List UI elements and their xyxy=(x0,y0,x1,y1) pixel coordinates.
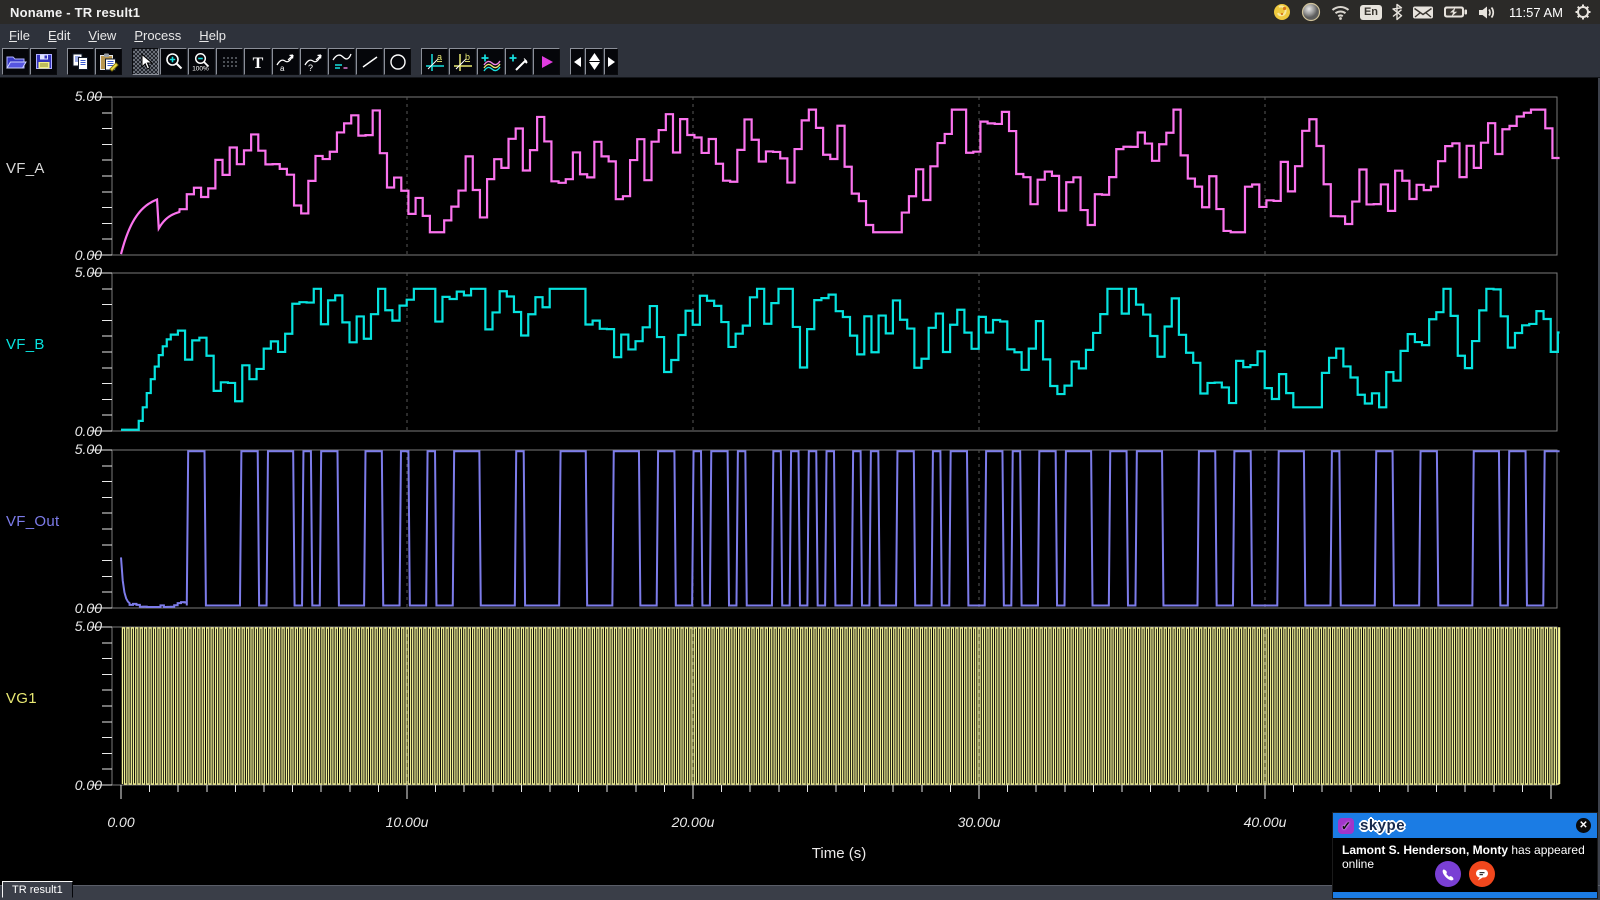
wifi-icon[interactable] xyxy=(1330,0,1351,24)
grid-tool[interactable] xyxy=(216,48,243,75)
svg-text:a: a xyxy=(280,64,285,72)
pointer-tool[interactable] xyxy=(132,48,159,75)
svg-text:a: a xyxy=(437,52,442,62)
svg-text:b: b xyxy=(465,52,470,62)
annotate-curve-query-tool[interactable]: ? xyxy=(300,48,327,75)
menu-process[interactable]: Process xyxy=(125,26,190,45)
open-file-button[interactable] xyxy=(2,48,29,75)
menu-bar: File Edit View Process Help xyxy=(0,24,1600,47)
signal-label-VF_A: VF_A xyxy=(6,160,45,177)
waveform-panel-vf-out xyxy=(84,446,1566,616)
svg-text:100%: 100% xyxy=(192,65,209,72)
signal-label-VF_B: VF_B xyxy=(6,336,45,353)
clock[interactable]: 11:57 AM xyxy=(1509,0,1563,24)
desktop-screen: Noname - TR result1 En xyxy=(0,0,1600,900)
x-tick-label: 10.00u xyxy=(365,814,449,830)
add-waveform-tool[interactable] xyxy=(477,48,504,75)
axis-a-tool[interactable]: a xyxy=(421,48,448,75)
result-tab[interactable]: TR result1 xyxy=(2,881,73,898)
nav-left-button[interactable] xyxy=(570,48,584,75)
axis-b-tool[interactable]: b xyxy=(449,48,476,75)
menu-view[interactable]: View xyxy=(79,26,125,45)
skype-chat-button[interactable] xyxy=(1469,861,1495,887)
skype-notification-popup: ✓ skype ✕ Lamont S. Henderson, Monty has… xyxy=(1332,812,1598,899)
toolbar: 100% T a ? xyxy=(0,46,1600,78)
line-tool[interactable] xyxy=(356,48,383,75)
skype-call-button[interactable] xyxy=(1435,861,1461,887)
ellipse-tool[interactable] xyxy=(384,48,411,75)
x-tick-label: 30.00u xyxy=(937,814,1021,830)
trace-VF_Out xyxy=(121,451,1560,607)
session-gear-icon[interactable] xyxy=(1574,0,1592,24)
bluetooth-icon[interactable] xyxy=(1391,0,1403,24)
top-panel: Noname - TR result1 En xyxy=(0,0,1600,24)
svg-text:T: T xyxy=(252,55,263,71)
y-tick-label: 5.00 xyxy=(30,88,102,104)
annotate-curve-a-tool[interactable]: a xyxy=(272,48,299,75)
save-button[interactable] xyxy=(30,48,57,75)
skype-close-button[interactable]: ✕ xyxy=(1576,818,1591,833)
x-axis xyxy=(84,785,1566,807)
skype-logo: skype xyxy=(1360,817,1405,834)
messenger-tray-icon[interactable] xyxy=(1272,0,1292,24)
x-tick-label: 40.00u xyxy=(1223,814,1307,830)
x-tick-label: 0.00 xyxy=(79,814,163,830)
skype-popup-titlebar: ✓ skype ✕ xyxy=(1333,813,1597,838)
y-tick-label: 5.00 xyxy=(30,441,102,457)
probe-add-tool[interactable] xyxy=(505,48,532,75)
signal-label-VG1: VG1 xyxy=(6,690,37,707)
trace-VG1 xyxy=(122,628,1559,784)
menu-file[interactable]: File xyxy=(0,26,39,45)
window-title: Noname - TR result1 xyxy=(10,5,140,20)
waveform-panel-vf-b xyxy=(84,269,1566,439)
trace-VF_A xyxy=(121,110,1560,254)
signal-label-VF_Out: VF_Out xyxy=(6,513,60,530)
y-tick-label: 5.00 xyxy=(30,618,102,634)
keyboard-layout-indicator[interactable]: En xyxy=(1360,0,1382,24)
skype-contact-name: Lamont S. Henderson, Monty xyxy=(1342,843,1508,857)
run-button[interactable] xyxy=(533,48,560,75)
y-tick-label: 0.00 xyxy=(30,423,102,439)
system-tray: En 11:57 AM xyxy=(1272,0,1600,24)
x-axis-title: Time (s) xyxy=(754,845,924,862)
curve-legend-tool[interactable] xyxy=(328,48,355,75)
nav-spinner[interactable] xyxy=(585,48,603,75)
volume-icon[interactable] xyxy=(1477,0,1498,24)
copy-button[interactable] xyxy=(67,48,94,75)
skype-popup-bottom-strip xyxy=(1333,892,1597,898)
y-tick-label: 0.00 xyxy=(30,600,102,616)
x-tick-label: 20.00u xyxy=(651,814,735,830)
battery-icon[interactable] xyxy=(1443,0,1468,24)
skype-check-icon: ✓ xyxy=(1338,818,1354,834)
mail-icon[interactable] xyxy=(1412,0,1434,24)
waveform-plot-area: Time (s) VF_A5.000.00VF_B5.000.00VF_Out5… xyxy=(0,78,1600,885)
y-tick-label: 5.00 xyxy=(30,264,102,280)
menu-edit[interactable]: Edit xyxy=(39,26,79,45)
waveform-panel-vg1 xyxy=(84,623,1566,793)
zoom-in-tool[interactable] xyxy=(160,48,187,75)
trace-VF_B xyxy=(121,289,1560,430)
y-tick-label: 0.00 xyxy=(30,777,102,793)
y-tick-label: 0.00 xyxy=(30,247,102,263)
svg-text:?: ? xyxy=(308,63,313,72)
waveform-panel-vf-a xyxy=(84,93,1566,263)
skype-action-buttons xyxy=(1333,861,1597,887)
zoom-out-100-tool[interactable]: 100% xyxy=(188,48,215,75)
text-tool[interactable]: T xyxy=(244,48,271,75)
paste-button[interactable] xyxy=(95,48,122,75)
nav-right-button[interactable] xyxy=(604,48,618,75)
sphere-tray-icon[interactable] xyxy=(1301,0,1321,24)
menu-help[interactable]: Help xyxy=(190,26,235,45)
